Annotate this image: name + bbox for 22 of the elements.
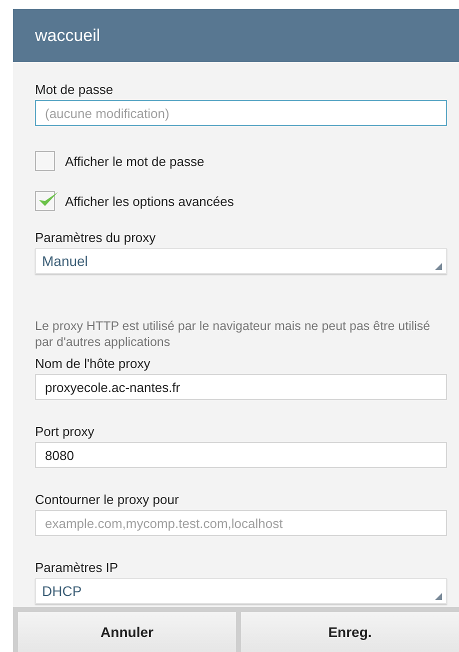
proxy-note: Le proxy HTTP est utilisé par le navigateur mais ne peut pas être utilisé par d'autres applications: [35, 318, 432, 350]
checkbox[interactable]: [35, 151, 55, 171]
field-label: Paramètres IP: [35, 560, 120, 575]
field-label: Paramètres du proxy: [35, 230, 157, 245]
field-label: Port proxy: [35, 424, 96, 439]
input-field[interactable]: proxyecole.ac-nantes.fr: [35, 374, 447, 400]
checkbox-label: Afficher les options avancées: [65, 194, 234, 208]
dialog-title: waccueil: [35, 26, 100, 46]
dropdown[interactable]: DHCP: [35, 578, 447, 604]
dropdown-corner-icon: [435, 593, 442, 600]
checkbox-label: Afficher le mot de passe: [65, 154, 204, 168]
dropdown[interactable]: Manuel: [35, 248, 447, 274]
field-label: Contourner le proxy pour: [35, 492, 180, 507]
input-field[interactable]: (aucune modification): [35, 100, 447, 126]
dropdown-corner-icon: [435, 263, 442, 270]
field-label: Nom de l'hôte proxy: [35, 356, 152, 371]
input-field[interactable]: 8080: [35, 442, 447, 468]
checkbox[interactable]: [35, 191, 55, 211]
field-label: Mot de passe: [35, 82, 114, 97]
cancel-button[interactable]: Annuler: [18, 612, 236, 652]
input-field[interactable]: example.com,mycomp.test.com,localhost: [35, 510, 447, 536]
save-button[interactable]: Enreg.: [241, 612, 459, 652]
